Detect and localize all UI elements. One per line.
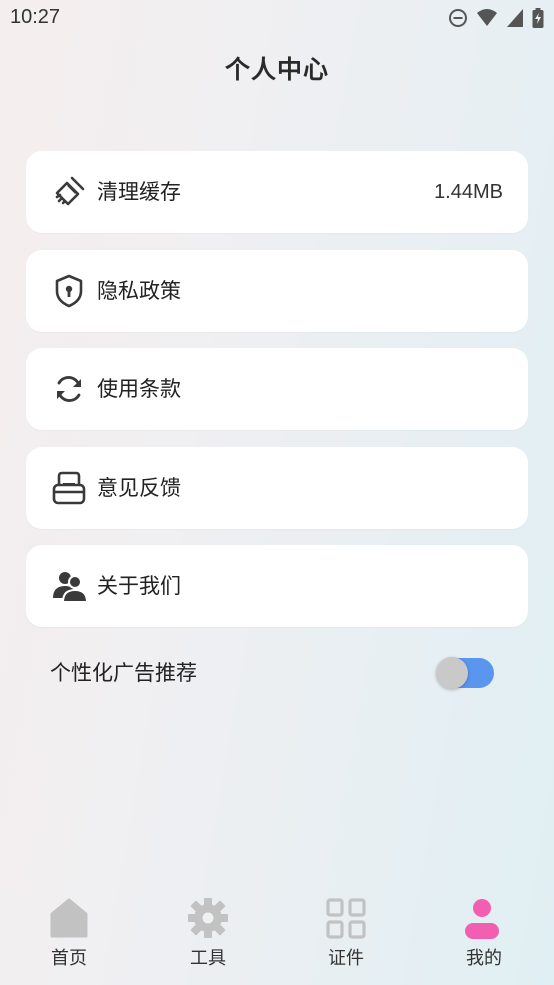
status-icons <box>448 8 544 28</box>
nav-label: 我的 <box>466 948 502 969</box>
refresh-icon <box>51 371 87 407</box>
users-icon <box>51 568 87 604</box>
nav-tab-home[interactable]: 首页 <box>19 890 119 980</box>
menu-item-about-us[interactable]: 关于我们 <box>26 545 528 627</box>
personalized-ads-label: 个性化广告推荐 <box>50 661 197 685</box>
shield-lock-icon <box>51 273 87 309</box>
nav-label: 工具 <box>190 948 226 969</box>
broom-icon <box>51 174 87 210</box>
menu-item-clear-cache[interactable]: 清理缓存 1.44MB <box>26 151 528 233</box>
wifi-icon <box>476 8 498 28</box>
page-title: 个人中心 <box>224 55 329 84</box>
home-icon <box>48 894 90 940</box>
menu-item-privacy-policy[interactable]: 隐私政策 <box>26 249 528 332</box>
gear-icon <box>187 894 229 940</box>
nav-tab-documents[interactable]: 证件 <box>296 890 396 980</box>
signal-icon <box>506 8 524 28</box>
toggle-knob <box>436 657 468 689</box>
menu-item-label: 隐私政策 <box>97 278 181 303</box>
cache-size-value: 1.44MB <box>434 181 503 203</box>
do-not-disturb-icon <box>448 8 468 28</box>
nav-label: 首页 <box>51 948 87 969</box>
menu-item-label: 关于我们 <box>97 574 181 598</box>
nav-tab-mine[interactable]: 我的 <box>434 890 534 980</box>
nav-label: 证件 <box>328 948 364 969</box>
nav-tab-tools[interactable]: 工具 <box>158 890 258 980</box>
menu-item-label: 使用条款 <box>97 377 181 401</box>
feedback-tray-icon <box>51 470 87 506</box>
menu-item-terms-of-use[interactable]: 使用条款 <box>26 348 528 430</box>
menu-item-label: 意见反馈 <box>97 475 181 500</box>
personalized-ads-row: 个性化广告推荐 <box>50 652 496 694</box>
bottom-nav: 首页 工具 证件 我的 <box>0 890 554 985</box>
menu-list: 清理缓存 1.44MB 隐私政策 使用条款 意见反馈 关于我们 <box>26 151 528 644</box>
grid-icon <box>325 894 367 940</box>
battery-charging-icon <box>532 8 544 28</box>
menu-item-feedback[interactable]: 意见反馈 <box>26 446 528 529</box>
person-icon <box>463 894 505 940</box>
status-time: 10:27 <box>10 6 61 28</box>
status-bar: 10:27 <box>0 0 554 38</box>
personalized-ads-toggle[interactable] <box>436 657 494 689</box>
menu-item-label: 清理缓存 <box>97 180 181 204</box>
